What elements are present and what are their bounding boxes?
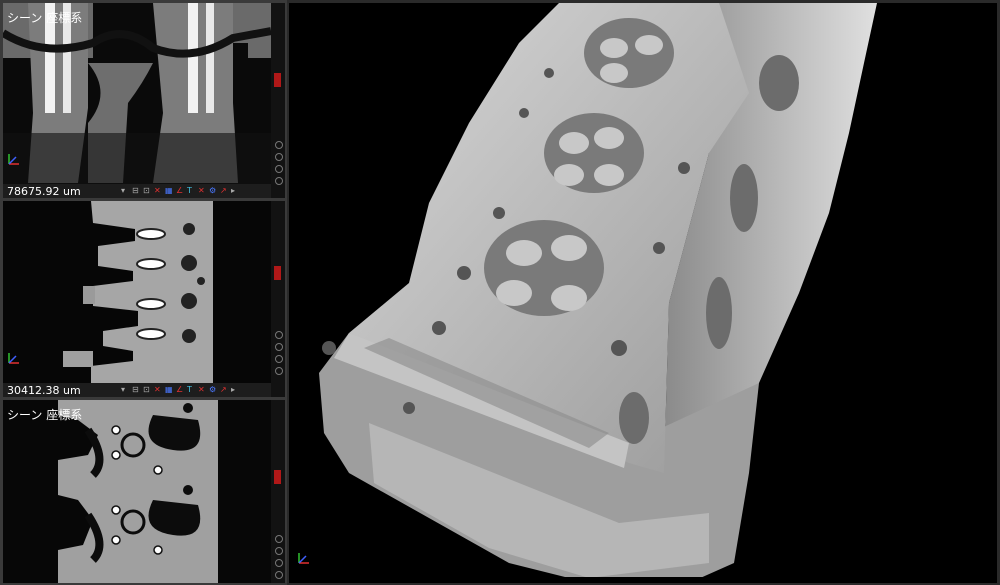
slice-x-icon[interactable]: ✕ bbox=[154, 187, 162, 195]
ct-slice-image-middle bbox=[3, 201, 271, 383]
main-view-statusbar bbox=[289, 577, 997, 583]
rotate-icon[interactable] bbox=[275, 165, 283, 173]
dropdown-arrow-icon[interactable]: ▾ bbox=[121, 187, 129, 195]
slice-canvas-bottom[interactable]: シーン 座標系 bbox=[3, 400, 271, 583]
slice-view-bottom[interactable]: シーン 座標系 bbox=[3, 400, 285, 583]
view-sidebar-middle bbox=[271, 201, 285, 397]
measurement-readout-top: 78675.92 um bbox=[7, 184, 81, 198]
cursor-icon[interactable]: ⊡ bbox=[143, 187, 151, 195]
measure-icon[interactable]: ↗ bbox=[220, 187, 228, 195]
cylinder-head-render bbox=[289, 3, 997, 583]
axis-triad-icon bbox=[8, 353, 19, 364]
settings-icon[interactable]: ⚙ bbox=[209, 187, 217, 195]
axis-triad-icon bbox=[8, 154, 19, 165]
volume-3d-view[interactable] bbox=[289, 3, 997, 583]
text-icon[interactable]: T bbox=[187, 187, 195, 195]
slice-view-top[interactable]: シーン 座標系 78675.92 um ▾ ⊟ ⊡ ✕ ▦ ∠ T ✕ ⚙ ↗ … bbox=[3, 3, 285, 198]
measurement-readout-middle: 30412.38 um bbox=[7, 383, 81, 397]
pan-icon[interactable] bbox=[275, 343, 283, 351]
zoom-fit-icon[interactable] bbox=[275, 535, 283, 543]
view-sidebar-top bbox=[271, 3, 285, 198]
slice-y-icon[interactable]: ▦ bbox=[165, 187, 173, 195]
scene-coordinate-label-bottom: シーン 座標系 bbox=[7, 408, 83, 422]
text-icon[interactable]: T bbox=[187, 386, 195, 394]
slice-x-icon[interactable]: ✕ bbox=[154, 386, 162, 394]
more-icon[interactable]: ▸ bbox=[231, 187, 239, 195]
slice-position-marker[interactable] bbox=[274, 73, 281, 87]
angle-icon[interactable]: ∠ bbox=[176, 187, 184, 195]
toolbar-tools-top: ▾ ⊟ ⊡ ✕ ▦ ∠ T ✕ ⚙ ↗ ▸ bbox=[115, 187, 239, 195]
ruler-icon[interactable]: ⊟ bbox=[132, 187, 140, 195]
toolbar-tools-middle: ▾ ⊟ ⊡ ✕ ▦ ∠ T ✕ ⚙ ↗ ▸ bbox=[115, 386, 239, 394]
slice-canvas-middle[interactable] bbox=[3, 201, 271, 383]
reset-view-icon[interactable] bbox=[275, 367, 283, 375]
settings-icon[interactable]: ⚙ bbox=[209, 386, 217, 394]
slice-view-middle[interactable]: 30412.38 um ▾ ⊟ ⊡ ✕ ▦ ∠ T ✕ ⚙ ↗ ▸ bbox=[3, 201, 285, 397]
axis-triad-icon bbox=[298, 553, 309, 564]
rotate-icon[interactable] bbox=[275, 355, 283, 363]
ct-viewer-app: シーン 座標系 78675.92 um ▾ ⊟ ⊡ ✕ ▦ ∠ T ✕ ⚙ ↗ … bbox=[0, 0, 1000, 585]
pan-icon[interactable] bbox=[275, 153, 283, 161]
zoom-fit-icon[interactable] bbox=[275, 141, 283, 149]
rotate-icon[interactable] bbox=[275, 559, 283, 567]
ruler-icon[interactable]: ⊟ bbox=[132, 386, 140, 394]
slice-position-marker[interactable] bbox=[274, 266, 281, 280]
delete-icon[interactable]: ✕ bbox=[198, 386, 206, 394]
more-icon[interactable]: ▸ bbox=[231, 386, 239, 394]
reset-view-icon[interactable] bbox=[275, 177, 283, 185]
zoom-fit-icon[interactable] bbox=[275, 331, 283, 339]
slice-position-marker[interactable] bbox=[274, 470, 281, 484]
cursor-icon[interactable]: ⊡ bbox=[143, 386, 151, 394]
scene-coordinate-label-top: シーン 座標系 bbox=[7, 11, 83, 25]
slice-canvas-top[interactable]: シーン 座標系 bbox=[3, 3, 271, 184]
view-toolbar-middle: 30412.38 um ▾ ⊟ ⊡ ✕ ▦ ∠ T ✕ ⚙ ↗ ▸ bbox=[3, 383, 271, 397]
reset-view-icon[interactable] bbox=[275, 571, 283, 579]
ct-slice-image-bottom bbox=[3, 400, 271, 583]
ct-slice-image-top bbox=[3, 3, 271, 184]
angle-icon[interactable]: ∠ bbox=[176, 386, 184, 394]
view-sidebar-bottom bbox=[271, 400, 285, 583]
pan-icon[interactable] bbox=[275, 547, 283, 555]
measure-icon[interactable]: ↗ bbox=[220, 386, 228, 394]
slice-y-icon[interactable]: ▦ bbox=[165, 386, 173, 394]
view-toolbar-top: 78675.92 um ▾ ⊟ ⊡ ✕ ▦ ∠ T ✕ ⚙ ↗ ▸ bbox=[3, 184, 271, 198]
slice-views-column: シーン 座標系 78675.92 um ▾ ⊟ ⊡ ✕ ▦ ∠ T ✕ ⚙ ↗ … bbox=[0, 0, 287, 585]
delete-icon[interactable]: ✕ bbox=[198, 187, 206, 195]
dropdown-arrow-icon[interactable]: ▾ bbox=[121, 386, 129, 394]
